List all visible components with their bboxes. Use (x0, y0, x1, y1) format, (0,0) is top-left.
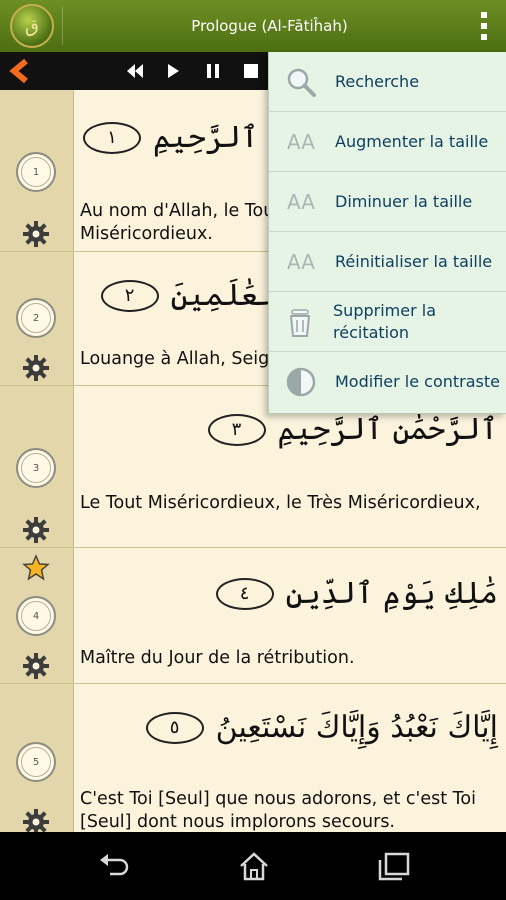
back-icon[interactable] (96, 850, 132, 882)
reset-text-size-icon: AA (287, 249, 315, 274)
verse-translation: Le Tout Miséricordieux, le Très Misérico… (80, 493, 481, 513)
arabic-verse: مَٰلِكِ يَوْمِ ٱلدِّينِ ٤ (215, 576, 498, 611)
ayah-number-mark: ١ (82, 121, 141, 154)
gear-icon[interactable] (22, 220, 50, 248)
app-header: ق Prologue (Al-Fātiĥah) (0, 0, 506, 52)
previous-icon[interactable] (124, 61, 146, 81)
menu-item-label: Supprimer la récitation (333, 300, 436, 342)
menu-item-search[interactable]: Recherche (269, 52, 506, 112)
ayah-number-mark: ٥ (145, 711, 204, 744)
verse-translation: C'est Toi [Seul] que nous adorons, et c'… (80, 789, 476, 832)
ayah-number-mark: ٤ (215, 577, 274, 610)
menu-item-label: Modifier le contraste (335, 372, 500, 391)
menu-item-contrast[interactable]: Modifier le contraste (269, 352, 506, 412)
menu-item-label: Augmenter la taille (335, 131, 489, 151)
system-navigation-bar (0, 832, 506, 900)
verse-number-badge[interactable]: 2 (16, 298, 56, 338)
gear-icon[interactable] (22, 808, 50, 832)
decrease-text-size-icon: AA (287, 189, 315, 214)
menu-item-reset-size[interactable]: AA Réinitialiser la taille (269, 232, 506, 292)
gear-icon[interactable] (22, 516, 50, 544)
arabic-verse: إِيَّاكَ نَعْبُدُ وَإِيَّاكَ نَسْتَعِينُ… (145, 710, 498, 745)
verse-number-badge[interactable]: 1 (16, 152, 56, 192)
verse-number: 5 (32, 756, 40, 768)
verse-number: 3 (32, 462, 40, 474)
back-arrow-icon[interactable] (6, 58, 34, 84)
arabic-text: ٱلرَّحْمَٰنِ ٱلرَّحِيمِ (277, 412, 498, 447)
gear-icon[interactable] (22, 652, 50, 680)
arabic-verse: ٱلرَّحْمَٰنِ ٱلرَّحِيمِ ٣ (207, 412, 498, 447)
home-icon[interactable] (236, 850, 272, 882)
menu-item-label: Réinitialiser la taille (335, 251, 493, 271)
verse-row[interactable]: 5 إِيَّاكَ نَعْبُدُ وَإِيَّاكَ نَسْتَعِي… (0, 684, 506, 832)
pause-icon[interactable] (202, 61, 224, 81)
menu-item-decrease-size[interactable]: AA Diminuer la taille (269, 172, 506, 232)
menu-item-delete-recitation[interactable]: Supprimer la récitation (269, 292, 506, 352)
trash-icon (283, 304, 317, 340)
overflow-menu-icon[interactable] (476, 10, 492, 42)
page-title: Prologue (Al-Fātiĥah) (191, 17, 348, 35)
verse-number: 2 (32, 312, 40, 324)
menu-item-label: Recherche (335, 71, 420, 91)
recent-apps-icon[interactable] (376, 850, 412, 882)
menu-item-increase-size[interactable]: AA Augmenter la taille (269, 112, 506, 172)
bookmark-star-icon[interactable] (22, 554, 50, 582)
ayah-number-mark: ٢ (100, 279, 159, 312)
contrast-icon (283, 364, 319, 400)
increase-text-size-icon: AA (287, 129, 315, 154)
app-logo-text: ق (25, 15, 39, 37)
ayah-number-mark: ٣ (207, 413, 266, 446)
play-icon[interactable] (162, 61, 184, 81)
arabic-text: مَٰلِكِ يَوْمِ ٱلدِّينِ (285, 576, 498, 611)
stop-icon[interactable] (240, 61, 262, 81)
arabic-text: إِيَّاكَ نَعْبُدُ وَإِيَّاكَ نَسْتَعِينُ (215, 710, 498, 745)
verse-translation: Maître du Jour de la rétribution. (80, 648, 355, 668)
verse-number: 4 (32, 610, 40, 622)
verse-number: 1 (32, 166, 40, 178)
verse-number-badge[interactable]: 5 (16, 742, 56, 782)
app-logo-icon[interactable]: ق (10, 4, 54, 48)
search-icon (283, 64, 319, 100)
verse-number-badge[interactable]: 4 (16, 596, 56, 636)
gear-icon[interactable] (22, 354, 50, 382)
overflow-menu: Recherche AA Augmenter la taille AA Dimi… (268, 52, 506, 414)
menu-item-label: Diminuer la taille (335, 191, 473, 211)
verse-number-badge[interactable]: 3 (16, 448, 56, 488)
verse-row[interactable]: 4 مَٰلِكِ يَوْمِ ٱلدِّينِ ٤ Maître du Jo… (0, 548, 506, 684)
